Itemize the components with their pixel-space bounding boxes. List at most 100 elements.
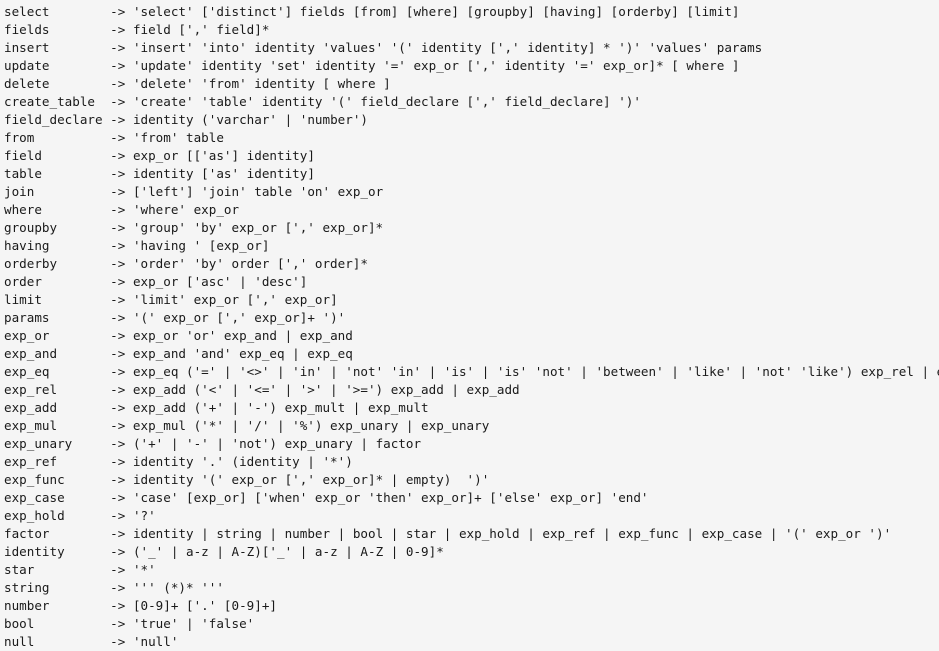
grammar-rule-null: null -> 'null' [4, 633, 939, 651]
rule-name-padding [34, 634, 110, 649]
rule-arrow-gap [125, 436, 133, 451]
rule-name: star [4, 562, 35, 577]
grammar-rule-exp_or: exp_or -> exp_or 'or' exp_and | exp_and [4, 327, 939, 345]
rule-arrow-gap [125, 220, 133, 235]
rule-arrow-gap [125, 490, 133, 505]
rule-name: exp_func [4, 472, 65, 487]
rule-name-padding [57, 346, 110, 361]
rule-name-padding [57, 256, 110, 271]
rule-arrow-gap [125, 4, 133, 19]
rule-arrow: -> [110, 166, 126, 181]
grammar-rule-star: star -> '*' [4, 561, 939, 579]
grammar-rule-exp_case: exp_case -> 'case' [exp_or] ['when' exp_… [4, 489, 939, 507]
rule-name: create_table [4, 94, 95, 109]
rule-arrow-gap [125, 580, 133, 595]
grammar-rule-exp_unary: exp_unary -> ('+' | '-' | 'not') exp_una… [4, 435, 939, 453]
rule-name: string [4, 580, 50, 595]
rule-body: 'where' exp_or [132, 202, 240, 217]
rule-arrow-gap [125, 616, 133, 631]
rule-name-padding [50, 364, 111, 379]
rule-name: join [4, 184, 35, 199]
rule-body: identity | string | number | bool | star… [132, 526, 892, 541]
rule-body: ('_' | a-z | A-Z)['_' | a-z | A-Z | 0-9]… [132, 544, 444, 559]
rule-arrow: -> [110, 418, 126, 433]
rule-name-padding [57, 418, 110, 433]
rule-body: field [',' field]* [132, 22, 270, 37]
grammar-rule-orderby: orderby -> 'order' 'by' order [',' order… [4, 255, 939, 273]
rule-name: exp_or [4, 328, 50, 343]
rule-body: exp_or [['as'] identity] [132, 148, 315, 163]
grammar-rule-where: where -> 'where' exp_or [4, 201, 939, 219]
rule-arrow: -> [110, 94, 126, 109]
rule-name-padding [50, 4, 111, 19]
rule-name-padding [42, 148, 110, 163]
rule-body: 'insert' 'into' identity 'values' '(' id… [132, 40, 763, 55]
rule-name-padding [72, 436, 110, 451]
rule-body: 'update' identity 'set' identity '=' exp… [132, 58, 740, 73]
rule-arrow: -> [110, 292, 126, 307]
rule-arrow-gap [125, 184, 133, 199]
grammar-rule-fields: fields -> field [',' field]* [4, 21, 939, 39]
rule-body: 'from' table [132, 130, 224, 145]
rule-name: fields [4, 22, 50, 37]
grammar-rule-join: join -> ['left'] 'join' table 'on' exp_o… [4, 183, 939, 201]
rule-arrow: -> [110, 274, 126, 289]
grammar-rule-exp_rel: exp_rel -> exp_add ('<' | '<=' | '>' | '… [4, 381, 939, 399]
rule-body: 'having ' [exp_or] [132, 238, 270, 253]
rule-name-padding [50, 580, 111, 595]
rule-body: exp_add ('+' | '-') exp_mult | exp_mult [132, 400, 429, 415]
grammar-rule-table: table -> identity ['as' identity] [4, 165, 939, 183]
rule-name: delete [4, 76, 50, 91]
rule-arrow-gap [125, 382, 133, 397]
rule-arrow-gap [125, 94, 133, 109]
rule-body: exp_add ('<' | '<=' | '>' | '>=') exp_ad… [132, 382, 520, 397]
rule-name-padding [42, 292, 110, 307]
rule-arrow: -> [110, 364, 126, 379]
rule-arrow-gap [125, 526, 133, 541]
rule-arrow: -> [110, 346, 126, 361]
rule-arrow-gap [125, 364, 133, 379]
rule-arrow-gap [125, 598, 133, 613]
rule-body: '*' [132, 562, 156, 577]
rule-arrow: -> [110, 202, 126, 217]
rule-name-padding [50, 526, 111, 541]
rule-arrow-gap [125, 310, 133, 325]
rule-arrow: -> [110, 220, 126, 235]
rule-body: 'delete' 'from' identity [ where ] [132, 76, 391, 91]
rule-body: 'create' 'table' identity '(' field_decl… [132, 94, 641, 109]
rule-name: select [4, 4, 50, 19]
rule-name: orderby [4, 256, 58, 271]
rule-body: exp_eq ('=' | '<>' | 'in' | 'not' 'in' |… [132, 364, 939, 379]
grammar-rule-select: select -> 'select' ['distinct'] fields [… [4, 3, 939, 21]
rule-arrow-gap [125, 274, 133, 289]
rule-arrow-gap [125, 346, 133, 361]
grammar-rule-exp_mul: exp_mul -> exp_mul ('*' | '/' | '%') exp… [4, 417, 939, 435]
rule-arrow-gap [125, 22, 133, 37]
rule-arrow: -> [110, 58, 126, 73]
grammar-rule-identity: identity -> ('_' | a-z | A-Z)['_' | a-z … [4, 543, 939, 561]
rule-arrow: -> [110, 256, 126, 271]
rule-body: '(' exp_or [',' exp_or]+ ')' [132, 310, 346, 325]
rule-body: identity '(' exp_or [',' exp_or]* | empt… [132, 472, 490, 487]
rule-name: update [4, 58, 50, 73]
rule-name-padding [34, 130, 110, 145]
grammar-rule-having: having -> 'having ' [exp_or] [4, 237, 939, 255]
rule-name: where [4, 202, 42, 217]
grammar-rule-limit: limit -> 'limit' exp_or [',' exp_or] [4, 291, 939, 309]
rule-name: exp_unary [4, 436, 73, 451]
rule-name-padding [57, 382, 110, 397]
rule-body: 'case' [exp_or] ['when' exp_or 'then' ex… [132, 490, 649, 505]
rule-arrow-gap [125, 148, 133, 163]
rule-name-padding [65, 472, 111, 487]
rule-arrow: -> [110, 40, 126, 55]
rule-name-padding [57, 454, 110, 469]
rule-arrow: -> [110, 454, 126, 469]
grammar-listing: select -> 'select' ['distinct'] fields [… [0, 0, 939, 651]
rule-name: null [4, 634, 35, 649]
grammar-rule-groupby: groupby -> 'group' 'by' exp_or [',' exp_… [4, 219, 939, 237]
rule-arrow-gap [125, 40, 133, 55]
rule-arrow-gap [125, 472, 133, 487]
grammar-rule-factor: factor -> identity | string | number | b… [4, 525, 939, 543]
rule-name: limit [4, 292, 42, 307]
rule-name: having [4, 238, 50, 253]
